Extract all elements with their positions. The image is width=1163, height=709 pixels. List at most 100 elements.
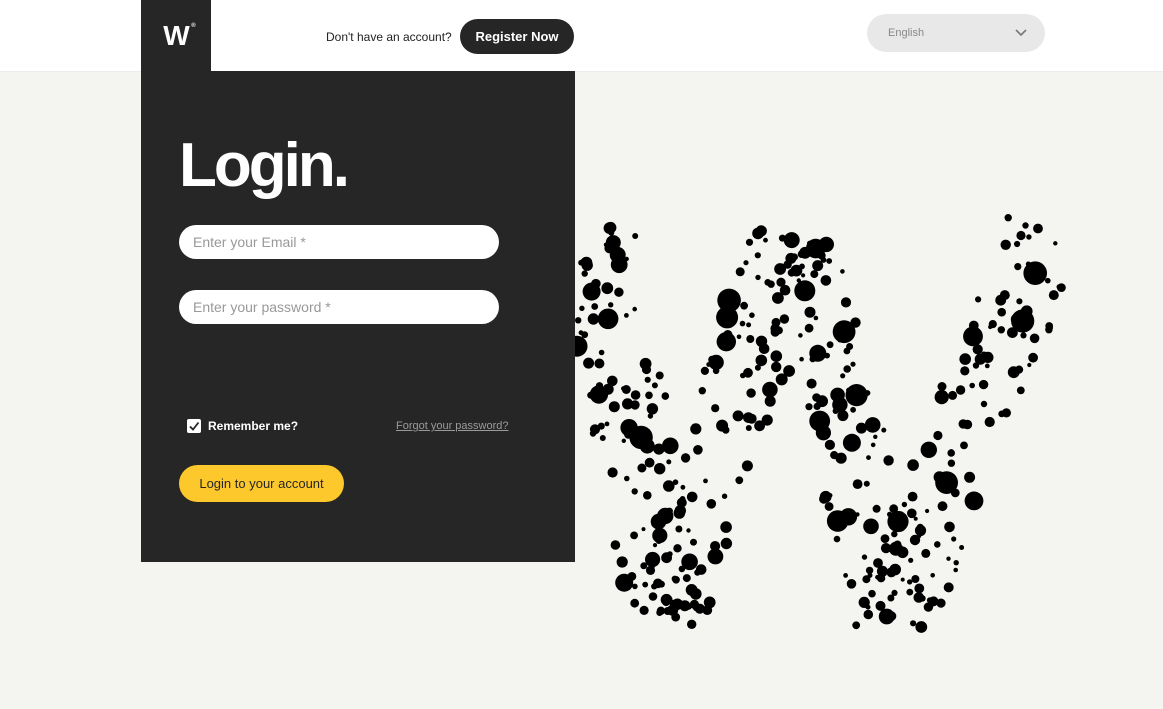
password-field[interactable] (179, 290, 499, 324)
art-dot (928, 600, 936, 607)
art-dot (809, 410, 831, 432)
art-dot (599, 435, 606, 441)
language-value: English (888, 27, 925, 39)
art-dot (843, 573, 848, 578)
art-dot (754, 252, 761, 259)
art-dot (763, 237, 768, 243)
art-dot (824, 502, 834, 511)
art-dot (716, 332, 736, 352)
art-dot (1045, 277, 1051, 284)
art-dot (872, 504, 881, 513)
art-dot (951, 536, 957, 542)
art-dot (653, 443, 665, 455)
art-dot (661, 552, 672, 564)
art-dot (840, 297, 852, 308)
art-dot (858, 596, 870, 608)
art-dot (739, 320, 746, 327)
remember-me-label: Remember me? (208, 419, 299, 433)
art-dot (984, 363, 990, 369)
forgot-password-link[interactable]: Forgot your password? (396, 420, 509, 432)
remember-me-checkbox[interactable] (187, 419, 201, 433)
art-dot (735, 476, 744, 485)
art-dot (630, 390, 641, 400)
art-dot (850, 361, 856, 367)
art-dot (685, 584, 698, 596)
art-dot (610, 256, 628, 274)
art-dot (594, 358, 605, 369)
art-dot (654, 463, 666, 475)
register-button[interactable]: Register Now (460, 19, 574, 54)
brand-logo[interactable]: W ® (141, 0, 211, 71)
art-dot (624, 475, 630, 482)
art-dot (946, 556, 951, 561)
art-dot (680, 453, 691, 463)
logo-letter: W (163, 19, 189, 51)
art-dot (907, 508, 917, 519)
art-dot (651, 521, 658, 528)
art-dot (947, 449, 955, 457)
art-dot (655, 371, 664, 380)
login-button[interactable]: Login to your account (179, 465, 344, 502)
art-dot (960, 366, 970, 376)
art-dot (783, 260, 792, 269)
art-dot (790, 264, 803, 277)
art-dot (975, 296, 982, 303)
art-dot (603, 242, 609, 247)
art-dot (605, 221, 617, 234)
art-dot (648, 561, 656, 569)
art-dot (662, 437, 679, 455)
art-dot (583, 357, 595, 369)
art-dot (740, 372, 746, 379)
art-dot (842, 433, 861, 452)
art-dot (732, 410, 744, 422)
art-dot (674, 504, 686, 517)
art-dot (980, 400, 988, 408)
art-dot (621, 438, 626, 443)
art-dot (642, 581, 649, 588)
art-dot (764, 279, 772, 286)
art-dot (637, 463, 647, 473)
art-dot (997, 326, 1005, 334)
art-dot (720, 537, 733, 550)
art-dot (771, 317, 781, 327)
art-dot (778, 234, 786, 242)
art-dot (978, 379, 989, 390)
art-dot (864, 417, 881, 433)
art-dot (896, 511, 905, 520)
art-dot (937, 501, 948, 512)
art-dot (687, 619, 697, 629)
art-dot (988, 320, 997, 329)
art-dot (639, 605, 649, 615)
art-dot (581, 270, 588, 277)
art-dot (783, 365, 795, 377)
art-dot (607, 467, 618, 478)
art-dot (607, 375, 618, 387)
login-panel: Login. Remember me? Forgot your password… (141, 71, 575, 562)
art-dot (582, 282, 601, 301)
art-dot (870, 442, 876, 448)
remember-me-toggle[interactable]: Remember me? (187, 419, 298, 433)
art-dot (1028, 352, 1038, 363)
art-dot (653, 578, 663, 589)
art-dot (1016, 386, 1025, 395)
art-dot (643, 491, 652, 500)
art-dot (610, 540, 621, 550)
art-dot (716, 306, 739, 329)
art-dot (762, 381, 778, 398)
art-dot (656, 606, 666, 615)
art-dot (657, 507, 674, 525)
art-dot (925, 508, 930, 514)
art-dot (627, 572, 637, 581)
chevron-down-icon (1015, 29, 1027, 37)
logo-icon: W ® (163, 19, 196, 51)
art-dot (805, 403, 813, 411)
art-dot (735, 267, 745, 277)
email-field[interactable] (179, 225, 499, 259)
art-dot (601, 282, 614, 295)
art-dot (920, 441, 937, 458)
art-dot (820, 275, 832, 286)
art-dot (1004, 214, 1012, 222)
art-dot (802, 248, 812, 258)
language-select[interactable]: English (867, 14, 1045, 52)
art-dot (1029, 333, 1040, 344)
